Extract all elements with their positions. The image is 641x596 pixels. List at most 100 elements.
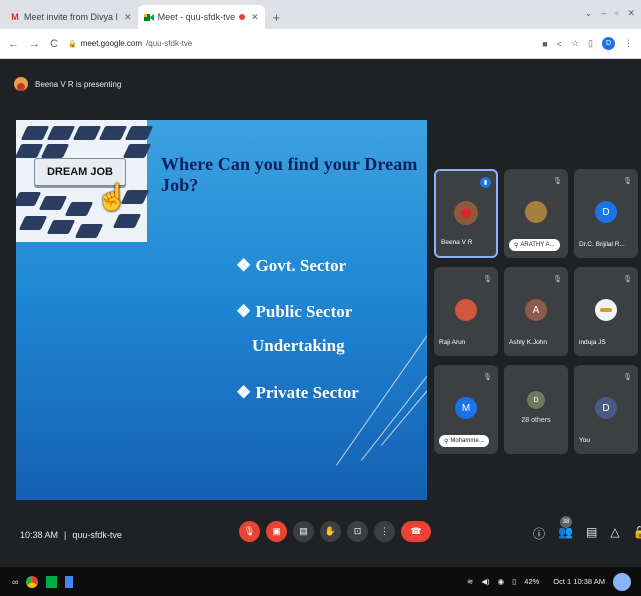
participant-tile[interactable]: 🎙 induja JS — [574, 267, 638, 356]
reload-icon[interactable]: C — [50, 38, 58, 50]
avatar: M — [455, 397, 477, 419]
share-icon[interactable]: < — [557, 39, 562, 49]
mic-toggle-button[interactable]: 🎙 — [239, 521, 260, 542]
tab-meet[interactable]: Meet - quu-sfdk-tve ✕ — [137, 5, 265, 29]
tab-label: Meet invite from Divya I — [24, 12, 119, 22]
system-tray[interactable]: ≋ ◀) ◉ ▯ 42% Oct 1 10:38 AM — [467, 567, 631, 596]
forward-icon[interactable]: → — [29, 38, 40, 50]
separator: | — [64, 530, 67, 540]
bullet-private: ❖ Private Sector — [236, 383, 359, 402]
meet-app-icon[interactable] — [46, 575, 58, 588]
tab-label: Meet - quu-sfdk-tve — [157, 12, 236, 22]
close-icon[interactable]: ✕ — [251, 12, 259, 23]
back-icon[interactable]: ← — [8, 38, 19, 50]
others-count: 28 others — [521, 417, 551, 424]
menu-icon[interactable]: ⋮ — [624, 38, 633, 49]
os-taskbar: ∞ ≋ ◀) ◉ ▯ 42% Oct 1 10:38 AM — [0, 567, 641, 596]
avatar — [525, 201, 547, 223]
user-avatar[interactable] — [613, 572, 631, 591]
camera-icon[interactable]: ■ — [542, 39, 547, 49]
bullet-govt: ❖ Govt. Sector — [236, 256, 347, 275]
pin-icon: ⚲ — [444, 438, 449, 445]
tab-gmail[interactable]: M Meet invite from Divya I ✕ — [4, 5, 138, 29]
participant-name: Ashly K.John — [509, 339, 547, 346]
participant-tile[interactable]: 🎙 M ⚲ Mohamme... — [434, 365, 498, 454]
presenter-avatar — [14, 77, 28, 91]
participant-tile[interactable]: ▮ Beena V R — [434, 169, 498, 258]
present-button[interactable]: ⊡ — [347, 521, 368, 542]
speaking-icon: ▮ — [480, 177, 491, 188]
participant-name-pill: ⚲ ARATHY A... — [509, 239, 560, 251]
gmail-icon: M — [11, 12, 19, 22]
meeting-code: quu-sfdk-tve — [72, 530, 122, 540]
avatar: D — [595, 397, 617, 419]
mic-off-icon: 🎙 — [623, 276, 632, 283]
browser-tab-strip: M Meet invite from Divya I ✕ Meet - quu-… — [0, 0, 641, 29]
wifi-icon: ≋ — [467, 577, 474, 586]
avatar — [455, 299, 477, 321]
mic-off-icon: 🎙 — [483, 276, 492, 283]
participant-tile[interactable]: 🎙 ⚲ ARATHY A... — [504, 169, 568, 258]
meet-control-bar: 10:38 AM | quu-sfdk-tve 🎙 ▣ ▤ ✋ ⊡ ⋮ ☎ 38… — [0, 515, 641, 567]
meeting-time: 10:38 AM — [20, 530, 59, 540]
close-window-icon[interactable]: ✕ — [627, 8, 635, 19]
participant-name-pill: ⚲ Mohamme... — [439, 435, 489, 447]
participant-name: You — [579, 437, 590, 444]
launcher-icon[interactable]: ∞ — [12, 577, 18, 587]
battery-icon: ▯ — [512, 577, 517, 586]
chevron-down-icon[interactable]: ⌄ — [585, 8, 593, 19]
call-controls: 🎙 ▣ ▤ ✋ ⊡ ⋮ ☎ — [239, 521, 431, 542]
participant-name: ARATHY A... — [520, 242, 555, 248]
others-tile[interactable]: D 28 others — [504, 365, 568, 454]
people-icon[interactable]: 👥 — [558, 525, 573, 542]
decor-line — [361, 294, 427, 461]
slide-title: Where Can you find your Dream Job? — [161, 154, 418, 195]
url-field[interactable]: 🔒 meet.google.com/quu-sfdk-tve — [68, 39, 532, 48]
info-icon[interactable]: ⓘ — [533, 525, 545, 542]
url-path: /quu-sfdk-tve — [146, 39, 193, 48]
presenting-banner: Beena V R is presenting — [14, 77, 121, 91]
avatar — [454, 201, 478, 225]
files-icon[interactable] — [65, 575, 74, 588]
participant-tile[interactable]: 🎙 A Ashly K.John — [504, 267, 568, 356]
cast-icon: ◉ — [497, 577, 505, 586]
chrome-icon[interactable] — [26, 575, 39, 588]
mic-off-icon: 🎙 — [553, 276, 562, 283]
address-bar: ← → C 🔒 meet.google.com/quu-sfdk-tve ■ <… — [0, 29, 641, 59]
profile-avatar[interactable]: D — [602, 37, 615, 50]
star-icon[interactable]: ☆ — [571, 38, 579, 49]
end-call-button[interactable]: ☎ — [401, 521, 431, 542]
sidepanel-icon[interactable]: ▯ — [588, 38, 593, 49]
mic-off-icon: 🎙 — [483, 374, 492, 381]
activities-icon[interactable]: △ — [610, 525, 619, 542]
more-options-button[interactable]: ⋮ — [374, 521, 395, 542]
meet-icon — [143, 12, 154, 22]
keyboard-image: DREAM JOB ☝ — [16, 120, 154, 242]
participant-name: Beena V R — [441, 239, 473, 246]
date-time: Oct 1 10:38 AM — [553, 577, 605, 586]
side-controls: ⓘ 👥 ▤ △ 🔒 — [533, 525, 641, 542]
mic-off-icon: 🎙 — [553, 178, 562, 185]
participant-tile[interactable]: 🎙 Raji Arun — [434, 267, 498, 356]
new-tab-button[interactable]: + — [265, 5, 289, 29]
host-controls-icon[interactable]: 🔒 — [633, 525, 641, 542]
maximize-icon[interactable]: ▫ — [615, 8, 618, 19]
bullet-public-cont: Undertaking — [252, 336, 345, 355]
minimize-icon[interactable]: – — [601, 8, 606, 19]
captions-button[interactable]: ▤ — [293, 521, 314, 542]
self-tile[interactable]: 🎙 D You — [574, 365, 638, 454]
raise-hand-button[interactable]: ✋ — [320, 521, 341, 542]
url-host: meet.google.com — [80, 39, 143, 48]
volume-icon: ◀) — [481, 577, 490, 586]
avatar: D — [595, 201, 617, 223]
bullet-public: ❖ Public Sector — [236, 302, 353, 321]
presentation-slide: DREAM JOB ☝ Where Can you find your Drea… — [16, 120, 427, 500]
camera-toggle-button[interactable]: ▣ — [266, 521, 287, 542]
recording-indicator-icon — [239, 14, 246, 20]
chat-icon[interactable]: ▤ — [586, 525, 597, 542]
participant-name: Dr.C. Brijilal R... — [579, 241, 625, 248]
presenting-text: Beena V R is presenting — [35, 79, 122, 89]
pointer-hand-icon: ☝ — [96, 182, 129, 212]
close-icon[interactable]: ✕ — [124, 12, 132, 23]
participant-tile[interactable]: 🎙 D Dr.C. Brijilal R... — [574, 169, 638, 258]
